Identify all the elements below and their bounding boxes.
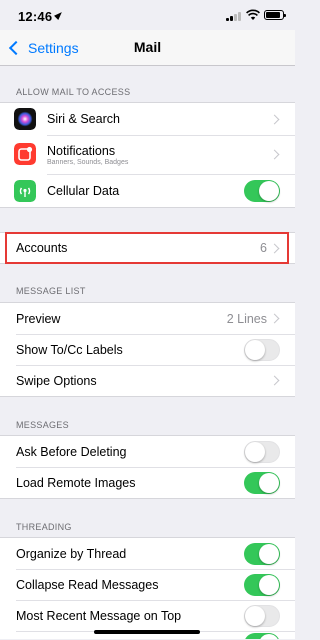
load-remote-images-row: Load Remote Images [0, 467, 295, 498]
collapse-read-messages-row: Collapse Read Messages [0, 569, 295, 600]
status-bar: 12:46 [0, 0, 295, 30]
preview-value: 2 Lines [226, 311, 267, 326]
ask-before-deleting-row: Ask Before Deleting [0, 436, 295, 467]
allow-access-group: Siri & Search Notifications Banners, Sou… [0, 102, 295, 208]
swipe-options-row[interactable]: Swipe Options [0, 365, 295, 396]
toggle-knob [259, 543, 279, 564]
load-remote-images-toggle[interactable] [244, 471, 280, 494]
most-recent-on-top-row: Most Recent Message on Top [0, 600, 295, 631]
notifications-text: Notifications Banners, Sounds, Badges [47, 144, 128, 166]
wifi-icon [246, 9, 260, 20]
collapse-read-messages-toggle[interactable] [244, 573, 280, 596]
siri-icon [14, 108, 36, 130]
siri-search-row[interactable]: Siri & Search [0, 103, 295, 135]
most-recent-on-top-toggle[interactable] [244, 604, 280, 627]
siri-search-label: Siri & Search [47, 112, 120, 126]
load-remote-images-label: Load Remote Images [16, 475, 136, 490]
threading-group: Organize by Thread Collapse Read Message… [0, 537, 295, 639]
organize-by-thread-row: Organize by Thread [0, 538, 295, 569]
accounts-group: Accounts 6 [0, 232, 295, 264]
notifications-sublabel: Banners, Sounds, Badges [47, 158, 129, 166]
accounts-row[interactable]: Accounts 6 [0, 233, 295, 263]
cellular-data-label: Cellular Data [47, 183, 120, 198]
organize-by-thread-toggle[interactable] [244, 542, 280, 565]
notifications-label: Notifications [47, 143, 116, 158]
section-header-allow-access: ALLOW MAIL TO ACCESS [16, 87, 131, 97]
location-arrow-icon [54, 10, 64, 20]
status-time: 12:46 [18, 9, 53, 24]
collapse-read-messages-label: Collapse Read Messages [16, 577, 159, 592]
preview-row[interactable]: Preview 2 Lines [0, 303, 295, 334]
page-title: Mail [133, 39, 162, 55]
notifications-icon [14, 143, 36, 165]
section-header-message-list: MESSAGE LIST [16, 286, 86, 296]
toggle-knob [259, 180, 279, 201]
toggle-knob [245, 339, 265, 360]
section-header-threading: THREADING [16, 522, 72, 532]
ask-before-deleting-toggle[interactable] [244, 440, 280, 463]
chevron-right-icon [269, 375, 280, 386]
chevron-right-icon [269, 243, 280, 253]
toggle-knob [259, 574, 279, 595]
most-recent-on-top-label: Most Recent Message on Top [16, 608, 182, 623]
show-tocc-toggle[interactable] [244, 338, 280, 361]
accounts-label: Accounts [16, 241, 68, 255]
toggle-knob [259, 472, 279, 493]
cellular-signal-icon [226, 11, 242, 21]
message-list-group: Preview 2 Lines Show To/Cc Labels Swipe … [0, 302, 295, 397]
notifications-row[interactable]: Notifications Banners, Sounds, Badges [0, 135, 295, 174]
cellular-antenna-icon [14, 180, 36, 202]
toggle-knob [245, 441, 265, 462]
battery-icon [264, 10, 286, 20]
navigation-bar: Settings Mail [0, 30, 295, 66]
home-indicator [94, 630, 200, 634]
swipe-options-label: Swipe Options [16, 373, 97, 388]
partial-toggle[interactable] [244, 633, 280, 639]
chevron-right-icon [269, 114, 280, 124]
toggle-knob [245, 605, 265, 626]
cellular-data-toggle[interactable] [244, 179, 280, 202]
ask-before-deleting-label: Ask Before Deleting [16, 444, 127, 459]
section-header-messages: MESSAGES [16, 420, 69, 430]
cellular-data-row: Cellular Data [0, 174, 295, 207]
show-tocc-row: Show To/Cc Labels [0, 334, 295, 365]
show-tocc-label: Show To/Cc Labels [16, 342, 123, 357]
toggle-knob [259, 634, 279, 639]
messages-group: Ask Before Deleting Load Remote Images [0, 435, 295, 499]
organize-by-thread-label: Organize by Thread [16, 546, 127, 561]
chevron-right-icon [269, 149, 280, 160]
preview-label: Preview [16, 311, 61, 326]
chevron-right-icon [269, 313, 280, 324]
accounts-count: 6 [260, 241, 267, 255]
